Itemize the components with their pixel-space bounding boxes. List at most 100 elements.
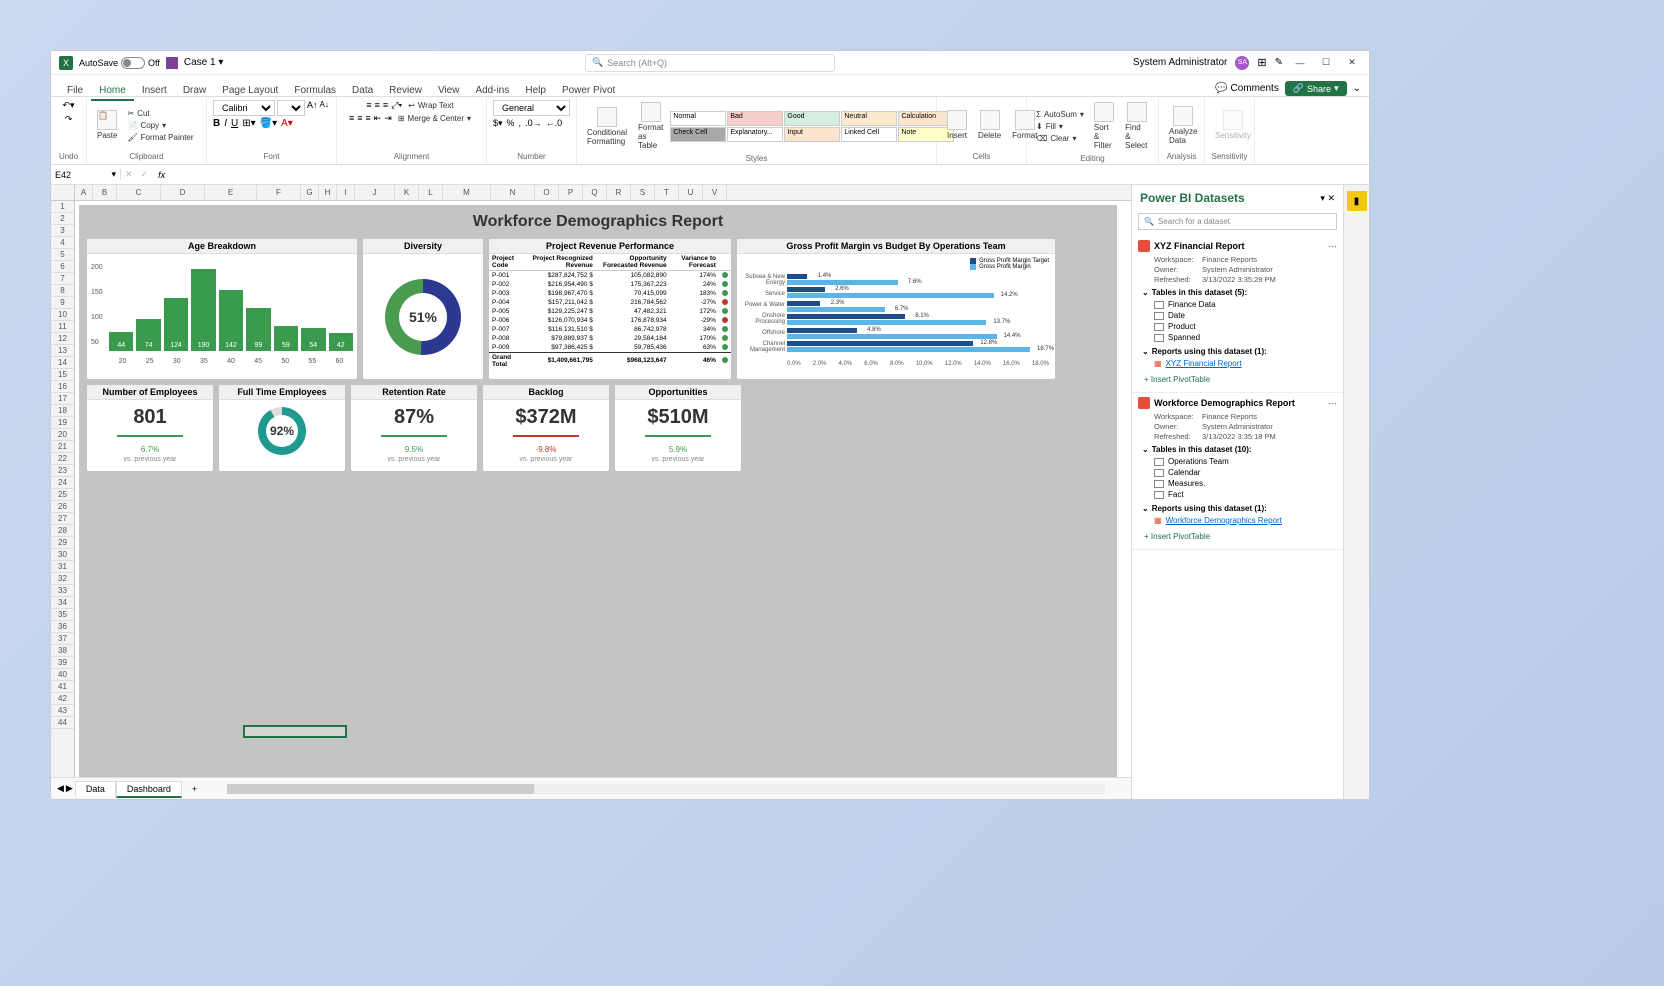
row-44[interactable]: 44 — [51, 717, 74, 729]
dec-inc[interactable]: .0→ — [525, 118, 542, 129]
row-10[interactable]: 10 — [51, 309, 74, 321]
col-L[interactable]: L — [419, 185, 443, 200]
row-37[interactable]: 37 — [51, 633, 74, 645]
decrease-font[interactable]: A↓ — [320, 100, 329, 116]
styles-gallery[interactable]: NormalBadGoodNeutralCalculationCheck Cel… — [670, 111, 954, 142]
minimize-button[interactable]: — — [1291, 56, 1309, 70]
style-bad[interactable]: Bad — [727, 111, 783, 126]
dataset-header[interactable]: XYZ Financial Report ⋯ — [1138, 240, 1337, 252]
row-2[interactable]: 2 — [51, 213, 74, 225]
insert-cells-button[interactable]: Insert — [943, 108, 971, 142]
select-all-corner[interactable] — [51, 185, 75, 200]
table-item[interactable]: Spanned — [1154, 332, 1337, 343]
comma-button[interactable]: , — [519, 118, 522, 129]
avatar[interactable]: SA — [1235, 56, 1249, 70]
delete-cells-button[interactable]: Delete — [974, 108, 1005, 142]
row-14[interactable]: 14 — [51, 357, 74, 369]
col-T[interactable]: T — [655, 185, 679, 200]
fmt-table-button[interactable]: Format as Table — [634, 100, 667, 152]
insert-pivot-button[interactable]: Insert PivotTable — [1144, 375, 1337, 384]
paste-button[interactable]: 📋Paste — [93, 108, 121, 142]
dec-dec[interactable]: ←.0 — [546, 118, 563, 129]
copy-button[interactable]: 📄 Copy ▾ — [124, 120, 196, 131]
dataset-search[interactable]: 🔍 Search for a dataset — [1138, 213, 1337, 230]
close-button[interactable]: ✕ — [1343, 56, 1361, 70]
style-normal[interactable]: Normal — [670, 111, 726, 126]
search-box[interactable]: 🔍 Search (Alt+Q) — [585, 54, 835, 72]
cut-button[interactable]: ✂ Cut — [124, 108, 196, 119]
insert-pivot-button[interactable]: Insert PivotTable — [1144, 532, 1337, 541]
wrap-text-button[interactable]: ↩ Wrap Text — [405, 100, 456, 111]
rail-powerbi-icon[interactable]: ▮ — [1347, 191, 1367, 211]
row-32[interactable]: 32 — [51, 573, 74, 585]
merge-button[interactable]: ⊞ Merge & Center ▾ — [395, 113, 474, 124]
new-sheet-button[interactable]: + — [184, 784, 205, 794]
row-24[interactable]: 24 — [51, 477, 74, 489]
row-42[interactable]: 42 — [51, 693, 74, 705]
cloud-icon[interactable]: ⊞ — [1257, 56, 1266, 69]
sensitivity-button[interactable]: Sensitivity — [1211, 108, 1255, 142]
table-item[interactable]: Finance Data — [1154, 299, 1337, 310]
col-G[interactable]: G — [301, 185, 319, 200]
align-left[interactable]: ≡ — [349, 113, 354, 124]
col-A[interactable]: A — [75, 185, 93, 200]
row-5[interactable]: 5 — [51, 249, 74, 261]
percent-button[interactable]: % — [507, 118, 515, 129]
row-38[interactable]: 38 — [51, 645, 74, 657]
clear-button[interactable]: ⌫ Clear ▾ — [1033, 133, 1087, 144]
table-item[interactable]: Fact — [1154, 489, 1337, 500]
orient[interactable]: ⤢▾ — [391, 100, 402, 111]
col-K[interactable]: K — [395, 185, 419, 200]
col-F[interactable]: F — [257, 185, 301, 200]
row-headers[interactable]: 1234567891011121314151617181920212223242… — [51, 201, 75, 777]
autosum-button[interactable]: Σ AutoSum ▾ — [1033, 109, 1087, 120]
align-right[interactable]: ≡ — [365, 113, 370, 124]
row-17[interactable]: 17 — [51, 393, 74, 405]
style-linkedcell[interactable]: Linked Cell — [841, 127, 897, 142]
col-H[interactable]: H — [319, 185, 337, 200]
filename[interactable]: Case 1 ▾ — [184, 57, 224, 68]
col-O[interactable]: O — [535, 185, 559, 200]
sort-filter-button[interactable]: Sort & Filter — [1090, 100, 1118, 152]
row-3[interactable]: 3 — [51, 225, 74, 237]
row-35[interactable]: 35 — [51, 609, 74, 621]
report-link[interactable]: ▦Workforce Demographics Report — [1154, 515, 1337, 526]
col-I[interactable]: I — [337, 185, 355, 200]
panel-dropdown[interactable]: ▾ — [1320, 193, 1325, 203]
redo-icon[interactable]: ↷ — [65, 114, 73, 125]
row-18[interactable]: 18 — [51, 405, 74, 417]
row-29[interactable]: 29 — [51, 537, 74, 549]
underline-button[interactable]: U — [231, 118, 238, 129]
row-41[interactable]: 41 — [51, 681, 74, 693]
row-16[interactable]: 16 — [51, 381, 74, 393]
align-center[interactable]: ≡ — [357, 113, 362, 124]
row-26[interactable]: 26 — [51, 501, 74, 513]
table-item[interactable]: Operations Team — [1154, 456, 1337, 467]
align-mid[interactable]: ≡ — [375, 100, 380, 111]
row-27[interactable]: 27 — [51, 513, 74, 525]
col-N[interactable]: N — [491, 185, 535, 200]
col-B[interactable]: B — [93, 185, 117, 200]
col-U[interactable]: U — [679, 185, 703, 200]
row-31[interactable]: 31 — [51, 561, 74, 573]
share-button[interactable]: 🔗 Share ▾ — [1285, 81, 1347, 96]
format-painter-button[interactable]: 🖌 Format Painter — [124, 132, 196, 143]
col-J[interactable]: J — [355, 185, 395, 200]
table-item[interactable]: Calendar — [1154, 467, 1337, 478]
accept-formula[interactable]: ✓ — [137, 169, 153, 180]
increase-font[interactable]: A↑ — [307, 100, 318, 116]
row-33[interactable]: 33 — [51, 585, 74, 597]
table-item[interactable]: Product — [1154, 321, 1337, 332]
column-headers[interactable]: ABCDEFGHIJKLMNOPQRSTUV — [51, 185, 1131, 201]
row-20[interactable]: 20 — [51, 429, 74, 441]
tables-toggle[interactable]: ⌄Tables in this dataset (10): — [1142, 445, 1337, 454]
row-36[interactable]: 36 — [51, 621, 74, 633]
row-43[interactable]: 43 — [51, 705, 74, 717]
bold-button[interactable]: B — [213, 118, 220, 129]
row-23[interactable]: 23 — [51, 465, 74, 477]
number-format-select[interactable]: General — [493, 100, 570, 116]
currency-button[interactable]: $▾ — [493, 118, 503, 129]
col-D[interactable]: D — [161, 185, 205, 200]
font-family-select[interactable]: Calibri — [213, 100, 275, 116]
align-top[interactable]: ≡ — [366, 100, 371, 111]
